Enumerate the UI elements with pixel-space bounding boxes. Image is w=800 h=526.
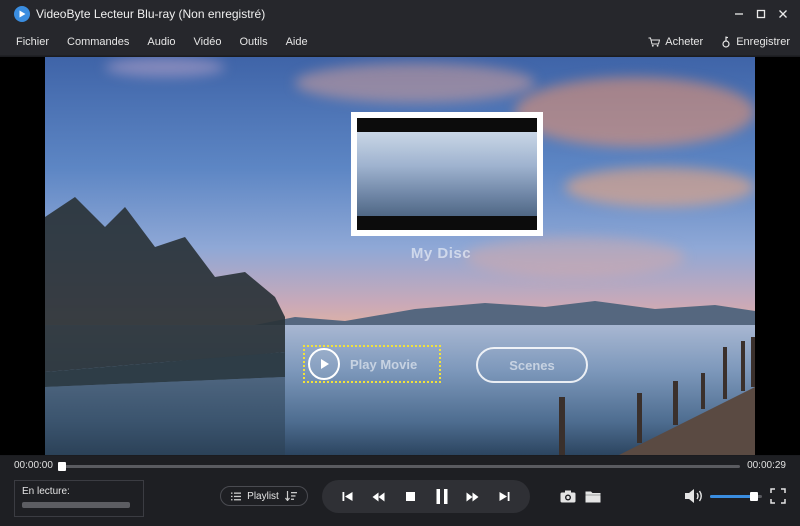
rewind-button[interactable] [367, 485, 391, 509]
key-icon [722, 36, 730, 48]
next-button[interactable] [492, 485, 516, 509]
menu-audio[interactable]: Audio [138, 36, 184, 48]
menu-bar: Fichier Commandes Audio Vidéo Outils Aid… [0, 28, 800, 56]
menu-commandes[interactable]: Commandes [58, 36, 138, 48]
buy-label: Acheter [665, 36, 704, 48]
fullscreen-icon[interactable] [770, 488, 786, 504]
scenes-button[interactable]: Scenes [476, 347, 588, 383]
playlist-button[interactable]: Playlist [220, 486, 308, 506]
window-controls [728, 0, 794, 28]
disc-thumbnail [351, 112, 543, 236]
fast-forward-button[interactable] [461, 485, 485, 509]
pause-icon [436, 489, 448, 504]
skip-next-icon [499, 492, 510, 501]
menu-fichier[interactable]: Fichier [7, 36, 58, 48]
playlist-label: Playlist [247, 490, 279, 502]
snapshot-button[interactable] [558, 486, 578, 506]
cloud [465, 237, 685, 277]
play-movie-label: Play Movie [350, 356, 418, 372]
close-button[interactable] [772, 3, 794, 25]
volume-slider[interactable] [710, 492, 762, 501]
skip-previous-icon [342, 492, 353, 501]
register-button[interactable]: Enregistrer [721, 36, 790, 48]
progress-row: 00:00:00 00:00:29 [0, 456, 800, 476]
stop-icon [405, 492, 415, 501]
now-playing-label: En lecture: [22, 486, 70, 497]
minimize-button[interactable] [728, 3, 750, 25]
speaker-icon[interactable] [684, 488, 704, 504]
title-bar: VideoByte Lecteur Blu-ray (Non enregistr… [0, 0, 800, 28]
wooden-pier [559, 337, 755, 455]
cart-icon [648, 37, 661, 47]
open-folder-button[interactable] [583, 486, 603, 506]
previous-button[interactable] [336, 485, 360, 509]
video-area[interactable]: My Disc Play Movie Scenes [0, 57, 800, 455]
play-circle-icon [308, 348, 340, 380]
volume-slider-fill [710, 495, 755, 498]
camera-icon [560, 490, 576, 502]
cloud [295, 63, 535, 103]
sort-icon [284, 491, 297, 501]
volume-thumb[interactable] [750, 492, 759, 501]
window-title: VideoByte Lecteur Blu-ray (Non enregistr… [36, 7, 266, 21]
cloud [105, 57, 225, 77]
cloud [565, 167, 755, 207]
seek-bar[interactable] [58, 462, 740, 471]
cloud [515, 77, 755, 147]
now-playing-file [22, 502, 130, 508]
menu-aide[interactable]: Aide [277, 36, 317, 48]
folder-icon [585, 491, 601, 502]
current-time: 00:00:00 [14, 460, 53, 471]
total-time: 00:00:29 [747, 460, 786, 471]
menu-video[interactable]: Vidéo [185, 36, 231, 48]
list-icon [231, 492, 242, 500]
register-label: Enregistrer [736, 36, 790, 48]
transport-controls [322, 480, 530, 513]
menu-right: Acheter Enregistrer [648, 28, 790, 56]
buy-button[interactable]: Acheter [648, 36, 703, 48]
thumbnail-snow-forest [357, 132, 537, 216]
disc-title: My Disc [410, 245, 472, 262]
disc-menu-background: My Disc Play Movie Scenes [45, 57, 755, 455]
fast-forward-icon [466, 492, 479, 501]
stop-button[interactable] [398, 485, 422, 509]
seek-thumb[interactable] [58, 462, 66, 471]
pause-button[interactable] [430, 485, 454, 509]
maximize-button[interactable] [750, 3, 772, 25]
menu-outils[interactable]: Outils [230, 36, 276, 48]
play-movie-button[interactable]: Play Movie [303, 345, 441, 383]
control-bar: En lecture: Playlist [0, 476, 800, 526]
tree-silhouette [45, 197, 285, 455]
rewind-icon [372, 492, 385, 501]
now-playing-box: En lecture: [14, 480, 144, 517]
play-logo-icon [14, 6, 30, 22]
scenes-label: Scenes [509, 357, 555, 373]
